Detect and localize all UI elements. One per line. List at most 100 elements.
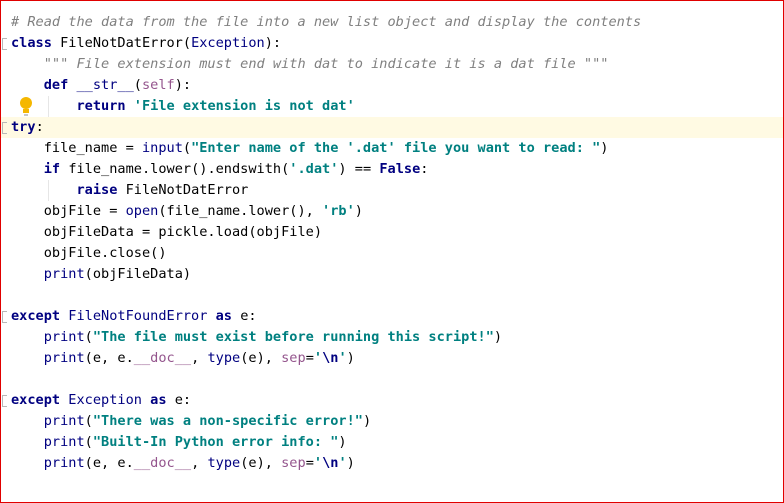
code-line[interactable]: print("Built-In Python error info: ")	[1, 432, 783, 453]
code-token: e:	[240, 308, 257, 324]
code-line[interactable]: objFile.close()	[1, 243, 783, 264]
fold-marker-icon[interactable]	[2, 311, 7, 323]
code-token: "Built-In Python error info: "	[92, 434, 339, 450]
code-token: \n	[322, 455, 339, 471]
code-token: False	[379, 161, 421, 177]
code-token: "The file must exist before running this…	[92, 329, 494, 345]
code-token: print	[43, 413, 85, 429]
code-token: 'File extension is not dat'	[133, 98, 355, 114]
code-token: (e),	[240, 350, 282, 366]
code-token: '	[313, 350, 323, 366]
code-line[interactable]: print(e, e.__doc__, type(e), sep='\n')	[1, 453, 783, 474]
code-line[interactable]: try:	[1, 117, 783, 138]
code-editor[interactable]: print(e, e.__doc__, type(e), sep='\n') p…	[1, 1, 783, 502]
fold-marker-icon[interactable]	[2, 38, 7, 50]
code-token: # Read the data from the file into a new…	[11, 14, 642, 30]
code-token: print	[43, 434, 85, 450]
code-token: "Enter name of the '.dat' file you want …	[191, 140, 601, 156]
code-line-text: print("The file must exist before runnin…	[11, 327, 502, 348]
code-token: print	[43, 350, 85, 366]
code-line-text: print(e, e.__doc__, type(e), sep='\n')	[11, 453, 355, 474]
code-line[interactable]: except FileNotFoundError as e:	[1, 306, 783, 327]
code-line[interactable]: objFile = open(file_name.lower(), 'rb')	[1, 201, 783, 222]
fold-marker-icon[interactable]	[2, 122, 7, 134]
code-token: '	[338, 350, 347, 366]
code-line[interactable]: objFileData = pickle.load(objFile)	[1, 222, 783, 243]
code-token: """ File extension must end with dat to …	[11, 56, 609, 72]
code-line[interactable]: except Exception as e:	[1, 390, 783, 411]
code-line[interactable]: class FileNotDatError(Exception):	[1, 33, 783, 54]
code-token: (	[84, 413, 93, 429]
code-token: ,	[191, 350, 208, 366]
code-token: (e),	[240, 455, 282, 471]
code-token: objFile.close()	[11, 245, 167, 261]
code-token: \n	[322, 350, 339, 366]
code-line[interactable]: print("The file must exist before runnin…	[1, 327, 783, 348]
code-line[interactable]: # Read the data from the file into a new…	[1, 12, 783, 33]
code-line-text: objFile = open(file_name.lower(), 'rb')	[11, 201, 363, 222]
code-token: )	[493, 329, 503, 345]
code-line-text: # Read the data from the file into a new…	[11, 12, 641, 33]
code-line-text: print(e, e.__doc__, type(e), sep='\n')	[11, 348, 355, 369]
code-token: try	[11, 119, 36, 135]
code-token: sep	[281, 455, 306, 471]
code-token: if	[43, 161, 69, 177]
code-line[interactable]: raise FileNotDatError	[1, 180, 783, 201]
code-token: "There was a non-specific error!"	[92, 413, 363, 429]
code-token: )	[600, 140, 609, 156]
code-token: self	[141, 77, 175, 93]
code-line[interactable]	[1, 369, 783, 390]
code-line-text: try:	[11, 117, 44, 138]
code-token: =	[305, 455, 314, 471]
code-token: (objFileData)	[84, 266, 192, 282]
code-token: )	[346, 455, 355, 471]
code-line-text: print(objFileData)	[11, 264, 191, 285]
code-token: def	[43, 77, 77, 93]
code-line[interactable]: return 'File extension is not dat'	[1, 96, 783, 117]
lightbulb-icon[interactable]	[19, 97, 33, 117]
code-line[interactable]: print("There was a non-specific error!")	[1, 411, 783, 432]
code-token: :	[35, 119, 44, 135]
code-line[interactable]: if file_name.lower().endswith('.dat') ==…	[1, 159, 783, 180]
code-token: type	[207, 350, 241, 366]
code-token: file_name.lower().endswith(	[68, 161, 290, 177]
code-line[interactable]: file_name = input("Enter name of the '.d…	[1, 138, 783, 159]
code-token: (e, e.	[84, 455, 134, 471]
code-token: )	[354, 203, 363, 219]
code-token: objFile =	[11, 203, 126, 219]
code-token: print	[43, 266, 85, 282]
code-token: Exception	[191, 35, 265, 51]
code-token: (e, e.	[84, 350, 134, 366]
indent-guide	[48, 96, 49, 117]
code-line[interactable]: print(e, e.__doc__, type(e), sep='\n')	[1, 348, 783, 369]
indent-guide	[48, 180, 49, 201]
code-token: )	[362, 413, 372, 429]
fold-marker-icon[interactable]	[2, 395, 7, 407]
code-line-text: """ File extension must end with dat to …	[11, 54, 609, 75]
code-token: sep	[281, 350, 306, 366]
code-line[interactable]	[1, 285, 783, 306]
code-token: __doc__	[133, 455, 192, 471]
code-token: (	[84, 329, 93, 345]
code-token: FileNotDatError	[125, 182, 249, 198]
code-editor-window: print(e, e.__doc__, type(e), sep='\n') p…	[0, 0, 784, 503]
code-line[interactable]: """ File extension must end with dat to …	[1, 54, 783, 75]
code-token: raise	[76, 182, 126, 198]
code-token: print	[43, 455, 85, 471]
code-line-text: objFileData = pickle.load(objFile)	[11, 222, 322, 243]
code-token: file_name =	[11, 140, 142, 156]
code-token: ,	[191, 455, 208, 471]
code-line-text: print("There was a non-specific error!")	[11, 411, 371, 432]
code-token: open	[125, 203, 159, 219]
code-token: (	[182, 140, 192, 156]
code-token: as	[215, 308, 241, 324]
code-line[interactable]: print(objFileData)	[1, 264, 783, 285]
code-line[interactable]: def __str__(self):	[1, 75, 783, 96]
